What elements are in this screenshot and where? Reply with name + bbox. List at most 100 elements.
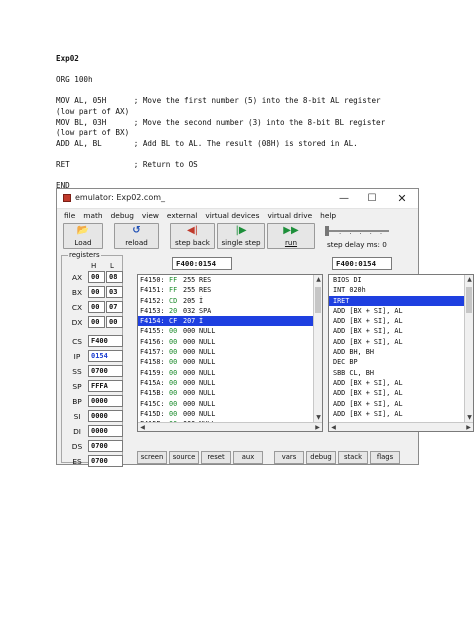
- register-name: SP: [72, 382, 82, 391]
- disassembly-row[interactable]: ADD [BX + SI], AL: [329, 316, 473, 326]
- disassembly-row[interactable]: ADD [BX + SI], AL: [329, 378, 473, 388]
- disassembly-row[interactable]: ADD [BX + SI], AL: [329, 409, 473, 419]
- memory-vertical-scrollbar[interactable]: ▲ ▼: [313, 275, 322, 422]
- register-si: SI 0000: [62, 410, 124, 423]
- scroll-right-icon[interactable]: ▶: [313, 423, 322, 431]
- ss-value[interactable]: 0700: [88, 365, 123, 377]
- scroll-right-icon[interactable]: ▶: [464, 423, 473, 431]
- memory-row[interactable]: F4158: 00 000 NULL: [138, 357, 322, 367]
- menu-virtual-devices[interactable]: virtual devices: [204, 211, 260, 220]
- scroll-thumb[interactable]: [466, 287, 472, 313]
- memory-row[interactable]: F4156: 00 000 NULL: [138, 337, 322, 347]
- memory-row[interactable]: F4154: CF 207 İ: [138, 316, 322, 327]
- si-value[interactable]: 0000: [88, 410, 123, 422]
- memory-row[interactable]: F4153: 20 032 SPA: [138, 306, 322, 316]
- disassembly-list[interactable]: BIOS DI INT 020h IRET ADD [BX + SI], AL ADD …: [328, 274, 474, 432]
- disassembly-vertical-scrollbar[interactable]: ▲ ▼: [464, 275, 473, 422]
- memory-row[interactable]: F4150: FF 255 RES: [138, 275, 322, 285]
- vars-button[interactable]: vars: [274, 451, 304, 464]
- memory-row[interactable]: F4157: 00 000 NULL: [138, 347, 322, 357]
- di-value[interactable]: 0000: [88, 425, 123, 437]
- memory-row[interactable]: F415C: 00 000 NULL: [138, 399, 322, 409]
- bx-high-value[interactable]: 00: [88, 286, 105, 298]
- ip-value[interactable]: 0154: [88, 350, 123, 362]
- step-delay-slider-thumb[interactable]: [325, 226, 329, 236]
- disassembly-row[interactable]: ADD [BX + SI], AL: [329, 306, 473, 316]
- menu-debug[interactable]: debug: [110, 211, 135, 220]
- memory-hex: 00: [169, 368, 178, 377]
- disassembly-row[interactable]: ADD [BX + SI], AL: [329, 388, 473, 398]
- scroll-thumb[interactable]: [315, 287, 321, 313]
- register-name: BX: [71, 288, 83, 297]
- disassembly-row[interactable]: BIOS DI: [329, 275, 473, 285]
- disassembly-address-field[interactable]: F400:0154: [332, 257, 392, 270]
- register-dx: DX 00 00: [62, 316, 124, 329]
- run-button[interactable]: ▶▶ run: [267, 223, 315, 249]
- disassembly-row[interactable]: INT 020h: [329, 285, 473, 295]
- memory-row[interactable]: F4159: 00 000 NULL: [138, 368, 322, 378]
- register-name: SS: [72, 367, 82, 376]
- cx-high-value[interactable]: 00: [88, 301, 105, 313]
- source-button[interactable]: source: [169, 451, 199, 464]
- disassembly-row[interactable]: ADD BH, BH: [329, 347, 473, 357]
- single-step-button[interactable]: |▶ single step: [217, 223, 265, 249]
- scroll-down-icon[interactable]: ▼: [314, 413, 322, 422]
- dx-low-value[interactable]: 00: [106, 316, 123, 328]
- disassembly-row[interactable]: DEC BP: [329, 357, 473, 367]
- menu-external[interactable]: external: [166, 211, 198, 220]
- step-back-button[interactable]: ◀| step back: [170, 223, 215, 249]
- disassembly-row[interactable]: ADD [BX + SI], AL: [329, 399, 473, 409]
- ds-value[interactable]: 0700: [88, 440, 123, 452]
- scroll-down-icon[interactable]: ▼: [465, 413, 473, 422]
- ax-high-value[interactable]: 00: [88, 271, 105, 283]
- memory-row[interactable]: F4151: FF 255 RES: [138, 285, 322, 295]
- memory-addr: F4159:: [140, 368, 165, 377]
- reload-button[interactable]: ↺ reload: [114, 223, 159, 249]
- registers-panel: registers H L AX 00 08 BX 00 03 CX 00 07…: [61, 251, 124, 467]
- cx-low-value[interactable]: 07: [106, 301, 123, 313]
- flags-button[interactable]: flags: [370, 451, 400, 464]
- disassembly-row[interactable]: ADD [BX + SI], AL: [329, 337, 473, 347]
- load-button[interactable]: 📂 Load: [63, 223, 103, 249]
- bx-low-value[interactable]: 03: [106, 286, 123, 298]
- debug-button[interactable]: debug: [306, 451, 336, 464]
- code-line: RET ; Return to OS: [56, 159, 198, 169]
- memory-row[interactable]: F4155: 00 000 NULL: [138, 326, 322, 336]
- menu-virtual-drive[interactable]: virtual drive: [266, 211, 313, 220]
- memory-list[interactable]: F4150: FF 255 RES F4151: FF 255 RES F4152: CD 205 İ…: [137, 274, 323, 432]
- aux-button[interactable]: aux: [233, 451, 263, 464]
- disassembly-horizontal-scrollbar[interactable]: ◀ ▶: [329, 422, 473, 431]
- close-button[interactable]: ✕: [390, 191, 414, 206]
- disassembly-row[interactable]: ADD [BX + SI], AL: [329, 326, 473, 336]
- menu-math[interactable]: math: [82, 211, 103, 220]
- dx-high-value[interactable]: 00: [88, 316, 105, 328]
- memory-row[interactable]: F4152: CD 205 İ: [138, 296, 322, 306]
- scroll-left-icon[interactable]: ◀: [138, 423, 147, 431]
- stack-button[interactable]: stack: [338, 451, 368, 464]
- ax-low-value[interactable]: 08: [106, 271, 123, 283]
- disassembly-row[interactable]: SBB CL, BH: [329, 368, 473, 378]
- scroll-up-icon[interactable]: ▲: [314, 275, 322, 284]
- es-value[interactable]: 0700: [88, 455, 123, 467]
- menu-file[interactable]: file: [63, 211, 76, 220]
- scroll-left-icon[interactable]: ◀: [329, 423, 338, 431]
- memory-address-field[interactable]: F400:0154: [172, 257, 232, 270]
- memory-addr: F415A:: [140, 378, 165, 387]
- minimize-button[interactable]: —: [332, 191, 356, 206]
- maximize-button[interactable]: ☐: [360, 191, 384, 206]
- memory-horizontal-scrollbar[interactable]: ◀ ▶: [138, 422, 322, 431]
- memory-row[interactable]: F415B: 00 000 NULL: [138, 388, 322, 398]
- reset-button[interactable]: reset: [201, 451, 231, 464]
- memory-row[interactable]: F415D: 00 000 NULL: [138, 409, 322, 419]
- bp-value[interactable]: 0000: [88, 395, 123, 407]
- menu-help[interactable]: help: [319, 211, 337, 220]
- cs-value[interactable]: F400: [88, 335, 123, 347]
- disassembly-row[interactable]: IRET: [329, 295, 473, 306]
- title-bar[interactable]: emulator: Exp02.com_ — ☐ ✕: [57, 189, 418, 209]
- menu-view[interactable]: view: [141, 211, 160, 220]
- sp-value[interactable]: FFFA: [88, 380, 123, 392]
- scroll-up-icon[interactable]: ▲: [465, 275, 473, 284]
- screen-button[interactable]: screen: [137, 451, 167, 464]
- memory-chr: İ: [199, 296, 204, 305]
- memory-row[interactable]: F415A: 00 000 NULL: [138, 378, 322, 388]
